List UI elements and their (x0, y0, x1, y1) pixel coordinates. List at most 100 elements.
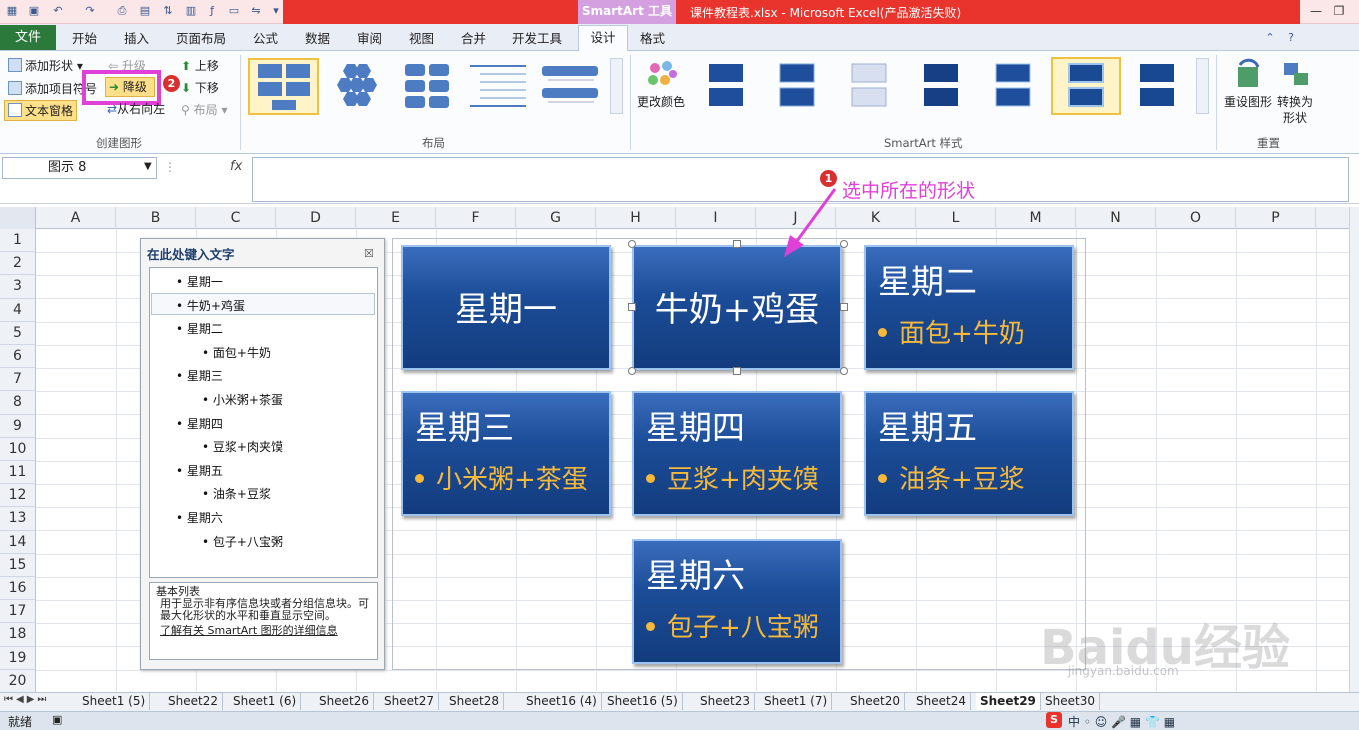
macro-record-icon[interactable]: ▣ (52, 713, 62, 726)
row-header-2[interactable]: 2 (0, 252, 36, 276)
row-header-9[interactable]: 9 (0, 414, 36, 438)
form-icon[interactable]: ▭ (226, 3, 242, 19)
style-thumb-7[interactable] (1128, 60, 1186, 112)
tab-format[interactable]: 格式 (640, 28, 665, 47)
row-header-17[interactable]: 17 (0, 600, 36, 624)
tab-file[interactable]: 文件 (0, 25, 56, 50)
column-header-l[interactable]: L (916, 207, 996, 229)
function-icon[interactable]: ƒ (204, 3, 220, 19)
learn-more-link[interactable]: 了解有关 SmartArt 图形的详细信息 (156, 625, 371, 637)
row-header-18[interactable]: 18 (0, 623, 36, 647)
smartart-shape[interactable]: 星期一 (401, 245, 611, 370)
resize-handle[interactable] (840, 303, 848, 311)
row-header-14[interactable]: 14 (0, 530, 36, 554)
style-thumb-6-selected[interactable] (1057, 60, 1115, 112)
text-pane-item[interactable]: • 包子+八宝粥 (202, 533, 283, 550)
column-header-p[interactable]: P (1236, 207, 1316, 229)
row-header-15[interactable]: 15 (0, 553, 36, 578)
row-header-6[interactable]: 6 (0, 345, 36, 369)
right-to-left-button[interactable]: ⇄从右向左 (107, 100, 165, 117)
row-header-16[interactable]: 16 (0, 577, 36, 601)
smartart-shape[interactable]: 星期三 小米粥+茶蛋 (401, 391, 611, 516)
sheet-tab[interactable]: Sheet26 (315, 693, 374, 710)
sogou-ime-icon[interactable]: S (1046, 712, 1062, 728)
row-header-10[interactable]: 10 (0, 437, 36, 462)
smartart-shape[interactable]: 牛奶+鸡蛋 (632, 245, 842, 370)
layout-basic-list[interactable] (252, 60, 316, 112)
customize-qat-icon[interactable]: ▾ (268, 3, 284, 19)
row-header-12[interactable]: 12 (0, 484, 36, 508)
row-header-20[interactable]: 20 (0, 669, 36, 694)
sheet-tab[interactable]: Sheet30 (1041, 693, 1100, 710)
column-header-i[interactable]: I (676, 207, 756, 229)
sheet-tab[interactable]: Sheet23 (696, 693, 755, 710)
style-thumb-4[interactable] (912, 60, 970, 112)
resize-handle[interactable] (840, 240, 848, 248)
smartart-shape[interactable]: 星期六 包子+八宝粥 (632, 539, 842, 664)
row-header-3[interactable]: 3 (0, 275, 36, 299)
collapse-ribbon-icon[interactable]: ⌃ (1262, 30, 1278, 46)
insert-function-icon[interactable]: fx (230, 159, 242, 174)
style-thumb-5[interactable] (984, 60, 1042, 112)
layout-lined-list[interactable] (466, 60, 530, 112)
layout-grouped-list[interactable] (395, 60, 459, 112)
smartart-shape[interactable]: 星期五 油条+豆浆 (864, 391, 1074, 516)
tab-insert[interactable]: 插入 (124, 28, 149, 47)
text-pane-item[interactable]: • 面包+牛奶 (202, 344, 271, 361)
resize-handle[interactable] (628, 240, 636, 248)
tab-merge[interactable]: 合并 (461, 28, 486, 47)
column-header-n[interactable]: N (1076, 207, 1156, 229)
select-all-corner[interactable] (0, 207, 36, 229)
text-pane-item[interactable]: • 油条+豆浆 (202, 485, 271, 502)
move-up-button[interactable]: ⬆ 上移 (181, 57, 219, 74)
smartart-shape[interactable]: 星期四 豆浆+肉夹馍 (632, 391, 842, 516)
name-box[interactable]: 图示 8 (2, 157, 157, 179)
row-header-19[interactable]: 19 (0, 646, 36, 670)
column-header-f[interactable]: F (436, 207, 516, 229)
style-thumb-1[interactable] (697, 60, 755, 112)
column-header-a[interactable]: A (36, 207, 116, 229)
name-box-dropdown-icon[interactable]: ▼ (144, 161, 152, 172)
tab-review[interactable]: 审阅 (357, 28, 382, 47)
resize-handle[interactable] (840, 367, 848, 375)
redo-icon[interactable]: ↷ (82, 3, 98, 19)
ime-toolbar-icons[interactable]: 中 ◦ ☺ 🎤 ▦ 👕 ▦ (1068, 713, 1175, 730)
smartart-shape[interactable]: 星期二 面包+牛奶 (864, 245, 1074, 370)
row-header-4[interactable]: 4 (0, 298, 36, 322)
style-thumb-3[interactable] (840, 60, 898, 112)
tab-view[interactable]: 视图 (409, 28, 434, 47)
column-header-d[interactable]: D (276, 207, 356, 229)
resize-handle[interactable] (733, 367, 741, 375)
sheet-tab[interactable]: Sheet16 (5) (603, 693, 683, 710)
sheet-tab[interactable]: Sheet27 (380, 693, 439, 710)
row-header-7[interactable]: 7 (0, 368, 36, 392)
sheet-tab[interactable]: Sheet1 (7) (760, 693, 833, 710)
tab-design[interactable]: 设计 (578, 25, 628, 52)
sort-icon[interactable]: ⇅ (160, 3, 176, 19)
resize-handle[interactable] (733, 240, 741, 248)
print-icon[interactable]: ⎙ (114, 3, 130, 19)
tab-developer[interactable]: 开发工具 (512, 28, 562, 47)
tab-home[interactable]: 开始 (72, 28, 97, 47)
vertical-scrollbar[interactable] (1349, 207, 1359, 692)
add-shape-button[interactable]: 添加形状 ▾ (8, 57, 83, 74)
resize-handle[interactable] (628, 303, 636, 311)
column-header-m[interactable]: M (996, 207, 1076, 229)
text-pane-item[interactable]: • 星期四 (176, 415, 223, 432)
column-header-h[interactable]: H (596, 207, 676, 229)
sheet-tab[interactable]: Sheet29 (976, 693, 1041, 710)
tab-data[interactable]: 数据 (305, 28, 330, 47)
print-preview-icon[interactable]: ▤ (137, 3, 153, 19)
layout-hexagon[interactable] (323, 60, 387, 112)
sheet-tab[interactable]: Sheet1 (6) (229, 693, 302, 710)
reset-graphic-button[interactable]: 重设图形 (1224, 93, 1272, 110)
layout-dropdown-button[interactable]: ⚲ 布局 ▾ (181, 101, 227, 118)
move-down-button[interactable]: ⬇ 下移 (181, 79, 219, 96)
text-pane-item[interactable]: • 星期五 (176, 462, 223, 479)
sheet-tab[interactable]: Sheet28 (445, 693, 504, 710)
text-pane-item[interactable]: • 星期一 (176, 273, 223, 290)
style-gallery-scroll[interactable] (1196, 58, 1209, 114)
layout-gallery-scroll[interactable] (610, 58, 623, 114)
text-pane-item[interactable]: • 小米粥+茶蛋 (202, 391, 283, 408)
save-icon[interactable]: ▣ (26, 3, 42, 19)
